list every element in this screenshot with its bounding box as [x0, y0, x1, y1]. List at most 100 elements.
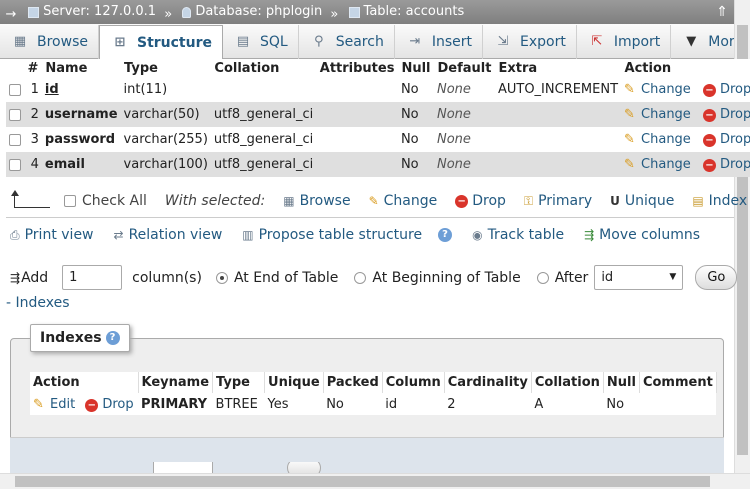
index-cardinality: 2 [444, 393, 532, 415]
row-checkbox[interactable] [9, 83, 21, 96]
create-index-count-input[interactable] [153, 462, 213, 473]
collapse-up-icon[interactable]: ⇑ [716, 0, 728, 24]
column-type: varchar(50) [120, 102, 211, 127]
drop-link[interactable]: − Drop [702, 82, 750, 97]
bulk-unique-button[interactable]: U Unique [610, 193, 674, 209]
change-link[interactable]: ✎ Change [624, 82, 691, 97]
check-all[interactable]: Check All [64, 193, 147, 209]
row-checkbox[interactable] [9, 158, 21, 171]
drop-icon: − [702, 134, 716, 147]
table-row: 1 id int(11) No None AUTO_INCREMENT ✎ Cha… [6, 77, 750, 102]
arrow-icon [11, 190, 50, 208]
drop-icon: − [702, 109, 716, 122]
column-null: No [397, 127, 434, 152]
print-view-link[interactable]: ⎙ Print view [10, 227, 94, 243]
header-attributes[interactable]: Attributes [316, 59, 399, 77]
sql-icon: ▤ [236, 34, 250, 49]
column-count-input[interactable]: 1 [62, 265, 123, 290]
column-default: None [434, 152, 495, 177]
drop-link[interactable]: − Drop [702, 107, 750, 122]
breadcrumb-table[interactable]: Table: accounts [347, 0, 464, 24]
bulk-index-button[interactable]: ▤ Index [692, 193, 747, 209]
column-default: None [434, 77, 495, 102]
create-index-go-button[interactable] [287, 462, 321, 473]
header-collation: Collation [531, 372, 604, 393]
drop-link[interactable]: − Drop [702, 157, 750, 172]
tab-insert[interactable]: ⇥ Insert [395, 25, 483, 59]
position-after-option[interactable]: After [536, 270, 588, 286]
with-selected-label: With selected: [164, 193, 266, 209]
add-column-go-button[interactable]: Go [695, 265, 738, 290]
track-table-link[interactable]: ◉ Track table [472, 227, 564, 243]
change-link[interactable]: ✎ Change [624, 157, 691, 172]
index-packed: No [323, 393, 383, 415]
after-column-select[interactable]: id ▼ [594, 265, 684, 290]
tab-import[interactable]: ⇱ Import [577, 25, 672, 59]
drop-index-link[interactable]: − Drop [85, 397, 134, 412]
column-type: varchar(255) [120, 127, 211, 152]
horizontal-scrollbar-thumb[interactable] [15, 476, 710, 487]
row-actions: ✎Change −Drop▼ [621, 102, 750, 127]
bulk-drop-button[interactable]: − Drop [455, 193, 506, 209]
propose-structure-link[interactable]: ▥ Propose table structure? [242, 227, 453, 243]
breadcrumb-server[interactable]: Server: 127.0.0.1 [26, 0, 156, 24]
header-extra[interactable]: Extra [494, 59, 622, 77]
tab-export[interactable]: ⇲ Export [483, 25, 577, 59]
header-cardinality: Cardinality [444, 372, 532, 393]
tab-structure[interactable]: ⊞ Structure [98, 25, 223, 60]
drop-icon: − [702, 159, 716, 172]
table-icon [348, 6, 360, 18]
pencil-icon: ✎ [368, 194, 379, 208]
position-begin-radio[interactable] [354, 271, 367, 284]
bulk-change-button[interactable]: ✎ Change [369, 193, 438, 209]
edit-index-link[interactable]: ✎ Edit [33, 397, 75, 412]
column-name: password [41, 127, 121, 152]
breadcrumb-separator: » [164, 6, 173, 22]
pencil-icon: ✎ [624, 132, 635, 147]
column-collation: utf8_general_ci [210, 102, 317, 127]
import-icon: ⇱ [591, 34, 603, 49]
breadcrumb-separator: » [330, 6, 339, 22]
change-link[interactable]: ✎ Change [624, 107, 691, 122]
position-end-option[interactable]: At End of Table [215, 270, 338, 286]
pencil-icon: ✎ [624, 107, 635, 122]
index-actions: ✎ Edit − Drop [30, 393, 138, 415]
structure-table: # Name Type Collation Attributes Null De… [6, 59, 750, 177]
header-type[interactable]: Type [120, 59, 212, 77]
move-columns-link[interactable]: ⇶ Move columns [584, 227, 700, 243]
help-icon[interactable]: ? [438, 228, 453, 242]
header-name[interactable]: Name [41, 59, 122, 77]
header-collation[interactable]: Collation [210, 59, 317, 77]
change-link[interactable]: ✎ Change [624, 132, 691, 147]
row-checkbox[interactable] [9, 133, 21, 146]
check-all-checkbox[interactable] [64, 195, 76, 207]
server-icon [28, 6, 40, 18]
header-num[interactable]: # [24, 59, 43, 77]
tab-search[interactable]: ⚲ Search [299, 25, 395, 59]
header-null[interactable]: Null [397, 59, 435, 77]
bulk-primary-button[interactable]: ⚿ Primary [524, 193, 592, 209]
search-icon: ⚲ [313, 34, 324, 49]
tab-sql[interactable]: ▤ SQL [223, 25, 299, 59]
drop-link[interactable]: − Drop [702, 132, 750, 147]
position-begin-option[interactable]: At Beginning of Table [354, 270, 521, 286]
position-end-radio[interactable] [215, 271, 228, 284]
indexes-legend: Indexes? [30, 324, 130, 352]
bulk-browse-button[interactable]: ▦ Browse [283, 193, 350, 209]
collapse-arrow-icon[interactable]: → [0, 3, 22, 27]
breadcrumb: → Server: 127.0.0.1 » Database: phplogin… [0, 0, 750, 24]
relation-view-link[interactable]: ⇄ Relation view [114, 227, 223, 243]
move-columns-icon: ⇶ [584, 228, 595, 242]
header-default[interactable]: Default [434, 59, 496, 77]
indexes-toggle-link[interactable]: - Indexes [6, 295, 70, 311]
header-unique: Unique [264, 372, 324, 393]
browse-icon: ▦ [283, 194, 295, 208]
tab-bar: ▦ Browse ⊞ Structure ▤ SQL ⚲ Search ⇥ Insert … [0, 24, 743, 60]
indexes-table: Action Keyname Type Unique Packed Column… [30, 372, 717, 415]
position-after-radio[interactable] [536, 271, 549, 284]
help-icon[interactable]: ? [105, 331, 120, 345]
row-checkbox[interactable] [9, 108, 21, 121]
header-keyname: Keyname [138, 372, 214, 393]
breadcrumb-database[interactable]: Database: phplogin [180, 0, 322, 24]
tab-browse[interactable]: ▦ Browse [0, 25, 99, 59]
